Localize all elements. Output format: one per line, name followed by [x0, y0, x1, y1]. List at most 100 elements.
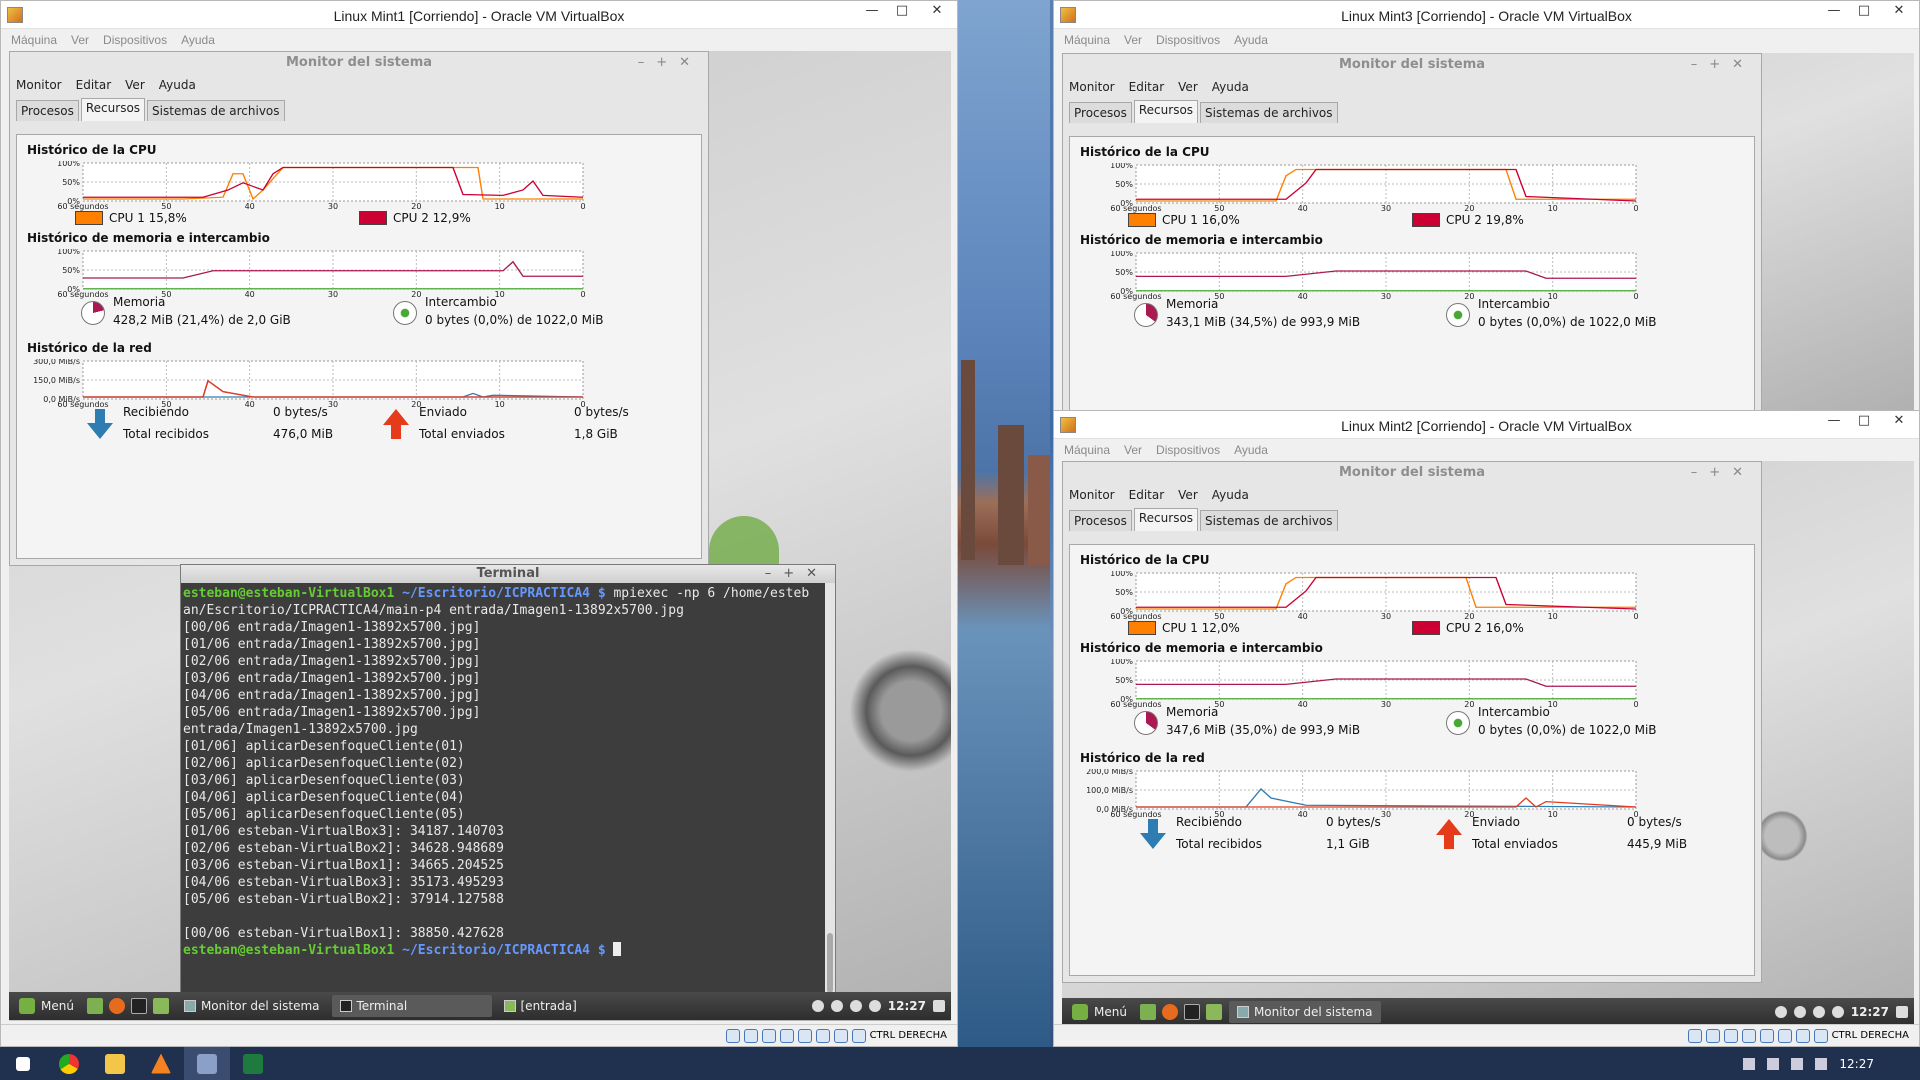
- taskbar-virtualbox[interactable]: [184, 1047, 230, 1080]
- shared-folder-icon[interactable]: [779, 1028, 794, 1043]
- menu-dispositivos[interactable]: Dispositivos: [1156, 33, 1220, 47]
- tab-recursos[interactable]: Recursos: [80, 98, 146, 121]
- menu-ayuda[interactable]: Ayuda: [1212, 488, 1249, 502]
- wifi-icon[interactable]: [1791, 1057, 1804, 1070]
- window-controls[interactable]: –+✕: [765, 565, 829, 583]
- upload-arrow-icon[interactable]: [1436, 819, 1462, 849]
- cpu1-swatch[interactable]: [1128, 213, 1156, 227]
- mint-menu-button[interactable]: Menú: [9, 998, 84, 1014]
- network-adapter-icon[interactable]: [1777, 1028, 1792, 1043]
- shared-folder-icon[interactable]: [1741, 1028, 1756, 1043]
- show-desktop-icon[interactable]: [86, 998, 103, 1014]
- user-icon[interactable]: [811, 1000, 824, 1012]
- taskbar-vlc[interactable]: [138, 1047, 184, 1080]
- download-arrow-icon[interactable]: [1140, 819, 1166, 849]
- taskbar-explorer[interactable]: [92, 1047, 138, 1080]
- close-button[interactable]: ✕: [1879, 411, 1919, 433]
- menu-monitor[interactable]: Monitor: [16, 78, 62, 92]
- task-terminal[interactable]: Terminal: [331, 995, 492, 1017]
- minimize-button[interactable]: —: [1819, 411, 1849, 433]
- menu-ayuda[interactable]: Ayuda: [181, 33, 215, 47]
- menu-monitor[interactable]: Monitor: [1069, 80, 1115, 94]
- firefox-icon[interactable]: [1161, 1004, 1178, 1020]
- volume-icon[interactable]: [849, 1000, 862, 1012]
- tab-procesos[interactable]: Procesos: [1069, 102, 1132, 123]
- terminal-scrollbar[interactable]: [825, 583, 835, 995]
- user-icon[interactable]: [1774, 1006, 1787, 1018]
- shield-icon[interactable]: [868, 1000, 881, 1012]
- usb-icon[interactable]: [1723, 1028, 1738, 1043]
- files-icon[interactable]: [1205, 1004, 1222, 1020]
- capture-icon[interactable]: [1795, 1028, 1810, 1043]
- menu-ver[interactable]: Ver: [1124, 443, 1142, 457]
- swap-pie-icon[interactable]: [1446, 303, 1470, 327]
- menu-maquina[interactable]: Máquina: [11, 33, 57, 47]
- terminal-icon[interactable]: [1183, 1004, 1200, 1020]
- task-system-monitor[interactable]: Monitor del sistema: [1228, 1001, 1381, 1023]
- menu-editar[interactable]: Editar: [76, 78, 112, 92]
- swap-pie-icon[interactable]: [1446, 711, 1470, 735]
- menu-editar[interactable]: Editar: [1129, 80, 1165, 94]
- minimize-button[interactable]: —: [857, 1, 887, 23]
- menu-ayuda[interactable]: Ayuda: [159, 78, 196, 92]
- tray-arrow-icon[interactable]: [1743, 1057, 1756, 1070]
- cpu1-swatch[interactable]: [1128, 621, 1156, 635]
- taskbar-excel[interactable]: [230, 1047, 276, 1080]
- hdd-icon[interactable]: [1687, 1028, 1702, 1043]
- memory-pie-icon[interactable]: [1134, 303, 1158, 327]
- menu-ver[interactable]: Ver: [1178, 488, 1198, 502]
- tab-procesos[interactable]: Procesos: [1069, 510, 1132, 531]
- cd-icon[interactable]: [743, 1028, 758, 1043]
- task-entrada-folder[interactable]: [entrada]: [496, 995, 585, 1017]
- display-icon[interactable]: [797, 1028, 812, 1043]
- capture-icon[interactable]: [833, 1028, 848, 1043]
- speaker-icon[interactable]: [1815, 1057, 1828, 1070]
- menu-ver[interactable]: Ver: [71, 33, 89, 47]
- shield-icon[interactable]: [1831, 1006, 1844, 1018]
- mouse-integration-icon[interactable]: [851, 1028, 866, 1043]
- menu-ayuda[interactable]: Ayuda: [1234, 33, 1268, 47]
- tab-recursos[interactable]: Recursos: [1133, 508, 1199, 531]
- menu-ver[interactable]: Ver: [1178, 80, 1198, 94]
- flag-icon[interactable]: [1767, 1057, 1780, 1070]
- window-controls[interactable]: –+✕: [1691, 462, 1755, 484]
- menu-ayuda[interactable]: Ayuda: [1234, 443, 1268, 457]
- show-desktop-icon[interactable]: [1139, 1004, 1156, 1020]
- tab-sistemas-archivos[interactable]: Sistemas de archivos: [1200, 102, 1338, 123]
- network-icon[interactable]: [830, 1000, 843, 1012]
- hdd-icon[interactable]: [725, 1028, 740, 1043]
- clock[interactable]: 12:27: [1851, 1005, 1889, 1019]
- cpu2-swatch[interactable]: [1412, 621, 1440, 635]
- close-button[interactable]: ✕: [917, 1, 957, 23]
- mouse-integration-icon[interactable]: [1813, 1028, 1828, 1043]
- upload-arrow-icon[interactable]: [383, 409, 409, 439]
- start-button[interactable]: [0, 1047, 46, 1080]
- menu-dispositivos[interactable]: Dispositivos: [103, 33, 167, 47]
- mint-menu-button[interactable]: Menú: [1062, 1004, 1137, 1020]
- cd-icon[interactable]: [1705, 1028, 1720, 1043]
- display-icon[interactable]: [1759, 1028, 1774, 1043]
- cpu2-swatch[interactable]: [1412, 213, 1440, 227]
- volume-icon[interactable]: [1812, 1006, 1825, 1018]
- menu-ver[interactable]: Ver: [125, 78, 145, 92]
- clock[interactable]: 12:27: [888, 999, 926, 1013]
- task-system-monitor[interactable]: Monitor del sistema: [176, 995, 328, 1017]
- menu-maquina[interactable]: Máquina: [1064, 33, 1110, 47]
- minimize-button[interactable]: —: [1819, 1, 1849, 23]
- keyboard-icon[interactable]: [1896, 1006, 1908, 1018]
- usb-icon[interactable]: [761, 1028, 776, 1043]
- taskbar-chrome[interactable]: [46, 1047, 92, 1080]
- tab-procesos[interactable]: Procesos: [16, 100, 79, 121]
- firefox-icon[interactable]: [108, 998, 125, 1014]
- memory-pie-icon[interactable]: [1134, 711, 1158, 735]
- memory-pie-icon[interactable]: [81, 301, 105, 325]
- menu-ver[interactable]: Ver: [1124, 33, 1142, 47]
- terminal-output[interactable]: esteban@esteban-VirtualBox1 ~/Escritorio…: [181, 583, 825, 995]
- cpu1-swatch[interactable]: [75, 211, 103, 225]
- swap-pie-icon[interactable]: [393, 301, 417, 325]
- window-controls[interactable]: –+✕: [1691, 54, 1755, 76]
- menu-dispositivos[interactable]: Dispositivos: [1156, 443, 1220, 457]
- files-icon[interactable]: [152, 998, 169, 1014]
- menu-editar[interactable]: Editar: [1129, 488, 1165, 502]
- tab-recursos[interactable]: Recursos: [1133, 100, 1199, 123]
